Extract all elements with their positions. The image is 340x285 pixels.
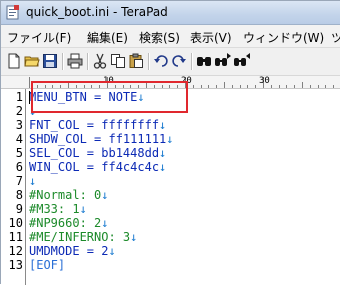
line-text: #Normal: 0 bbox=[29, 188, 102, 202]
ruler-tick bbox=[286, 85, 288, 88]
newline-marker: ↓ bbox=[159, 160, 167, 174]
line-number: 7 bbox=[15, 174, 23, 188]
line-text: WIN_COL = ff4c4c4c bbox=[29, 160, 160, 174]
editor-line[interactable]: UMDMODE = 2↓ bbox=[29, 244, 116, 258]
ruler-tick bbox=[29, 77, 30, 88]
toolbar-separator bbox=[62, 53, 64, 70]
editor-line[interactable]: [EOF] bbox=[29, 258, 65, 272]
line-text: #NP9660: 2 bbox=[29, 216, 102, 230]
menu-window[interactable]: ウィンドウ(W) bbox=[243, 29, 324, 46]
line-number: 2 bbox=[15, 104, 23, 118]
open-folder-icon[interactable] bbox=[24, 53, 40, 69]
menu-tools[interactable]: ツ bbox=[331, 29, 340, 46]
line-text: #ME/INFERNO: 3 bbox=[29, 230, 131, 244]
ruler-tick bbox=[216, 85, 218, 88]
text-cursor bbox=[29, 91, 30, 104]
ruler-tick bbox=[224, 82, 225, 88]
find-icon[interactable] bbox=[196, 53, 212, 69]
annotation-highlight-box bbox=[31, 81, 188, 113]
newline-marker: ↓ bbox=[29, 174, 37, 188]
editor-line[interactable]: WIN_COL = ff4c4c4c↓ bbox=[29, 160, 166, 174]
newline-marker: ↓ bbox=[130, 230, 138, 244]
editor-line[interactable]: SHDW_COL = ff111111↓ bbox=[29, 132, 174, 146]
ruler-tick bbox=[255, 85, 257, 88]
editor-line[interactable]: #ME/INFERNO: 3↓ bbox=[29, 230, 137, 244]
ruler-tick bbox=[231, 85, 233, 88]
newline-marker: ↓ bbox=[101, 188, 109, 202]
ruler-tick bbox=[333, 85, 335, 88]
paste-icon[interactable] bbox=[128, 53, 144, 69]
title-bar[interactable]: quick_boot.ini - TeraPad bbox=[1, 1, 340, 25]
ruler-tick bbox=[302, 82, 303, 88]
line-text: [EOF] bbox=[29, 258, 66, 272]
newline-marker: ↓ bbox=[108, 244, 116, 258]
ruler-tick bbox=[309, 85, 311, 88]
line-number: 8 bbox=[15, 188, 23, 202]
toolbar bbox=[1, 48, 340, 76]
line-number: 10 bbox=[8, 216, 23, 230]
toolbar-separator bbox=[87, 53, 89, 70]
line-text: UMDMODE = 2 bbox=[29, 244, 109, 258]
line-text: FNT_COL = ffffffff bbox=[29, 118, 160, 132]
line-text: SEL_COL = bb1448dd bbox=[29, 146, 160, 160]
newline-marker: ↓ bbox=[159, 118, 167, 132]
toolbar-separator bbox=[148, 53, 150, 70]
find-next-icon[interactable] bbox=[215, 53, 231, 69]
ruler-tick bbox=[239, 85, 241, 88]
line-number: 11 bbox=[8, 230, 23, 244]
line-number: 12 bbox=[8, 244, 23, 258]
editor-line[interactable]: #NP9660: 2↓ bbox=[29, 216, 108, 230]
cut-icon[interactable] bbox=[92, 53, 108, 69]
window-title: quick_boot.ini - TeraPad bbox=[26, 5, 168, 19]
new-file-icon[interactable] bbox=[6, 53, 22, 69]
editor-line[interactable]: #Normal: 0↓ bbox=[29, 188, 108, 202]
copy-icon[interactable] bbox=[110, 53, 126, 69]
text-editor[interactable]: 1 2 3 4 5 6 7 8 9 10 11 12 13 MENU_BTN = NOTE↓ ↓ FNT_C… bbox=[1, 89, 340, 285]
menu-search[interactable]: 検索(S) bbox=[139, 29, 180, 46]
newline-marker: ↓ bbox=[101, 216, 109, 230]
ruler-tick bbox=[294, 85, 296, 88]
line-number-gutter: 1 2 3 4 5 6 7 8 9 10 11 12 13 bbox=[1, 89, 26, 285]
ruler-tick bbox=[247, 85, 249, 88]
line-text: #M33: 1 bbox=[29, 202, 80, 216]
menu-edit[interactable]: 編集(E) bbox=[87, 29, 128, 46]
ruler-tick bbox=[208, 85, 210, 88]
find-prev-icon[interactable] bbox=[234, 53, 250, 69]
ruler-tick bbox=[200, 85, 202, 88]
editor-line[interactable]: ↓ bbox=[29, 174, 36, 188]
line-number: 4 bbox=[15, 132, 23, 146]
print-icon[interactable] bbox=[67, 53, 83, 69]
undo-icon[interactable] bbox=[153, 53, 169, 69]
ruler-tick bbox=[317, 85, 319, 88]
menu-file[interactable]: ファイル(F) bbox=[7, 29, 71, 46]
ruler-tick bbox=[325, 85, 327, 88]
line-number: 13 bbox=[8, 258, 23, 272]
newline-marker: ↓ bbox=[79, 202, 87, 216]
ruler-tick bbox=[278, 85, 280, 88]
toolbar-separator bbox=[191, 53, 193, 70]
line-number: 9 bbox=[15, 202, 23, 216]
ruler-tick bbox=[270, 85, 272, 88]
redo-icon[interactable] bbox=[171, 53, 187, 69]
editor-line[interactable]: SEL_COL = bb1448dd↓ bbox=[29, 146, 166, 160]
newline-marker: ↓ bbox=[159, 146, 167, 160]
menu-view[interactable]: 表示(V) bbox=[190, 29, 232, 46]
menu-bar: ファイル(F) 編集(E) 検索(S) 表示(V) ウィンドウ(W) ツ bbox=[1, 25, 340, 48]
line-number: 1 bbox=[15, 90, 23, 104]
line-number: 6 bbox=[15, 160, 23, 174]
terapad-app-icon[interactable] bbox=[6, 5, 20, 20]
line-text: SHDW_COL = ff111111 bbox=[29, 132, 167, 146]
terapad-window: quick_boot.ini - TeraPad ファイル(F) 編集(E) 検… bbox=[0, 0, 340, 285]
save-icon[interactable] bbox=[42, 53, 58, 69]
editor-line[interactable]: #M33: 1↓ bbox=[29, 202, 87, 216]
newline-marker: ↓ bbox=[166, 132, 174, 146]
ruler-tick bbox=[192, 85, 194, 88]
line-number: 5 bbox=[15, 146, 23, 160]
line-number: 3 bbox=[15, 118, 23, 132]
editor-line[interactable]: FNT_COL = ffffffff↓ bbox=[29, 118, 166, 132]
ruler-label: 30 bbox=[259, 76, 270, 86]
